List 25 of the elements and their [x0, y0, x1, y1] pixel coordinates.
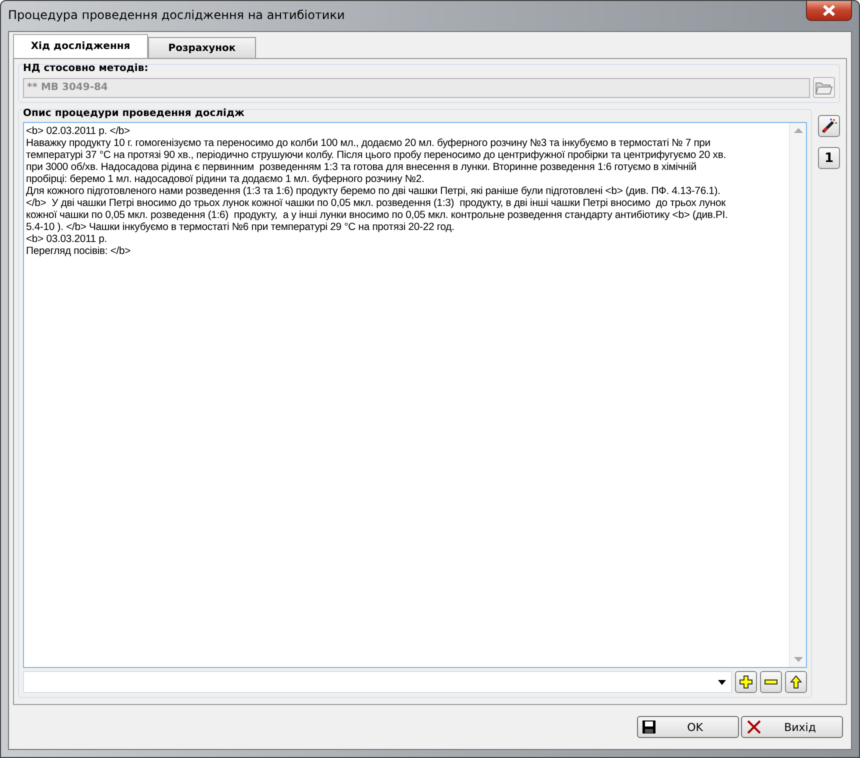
scrollbar[interactable] [789, 123, 806, 667]
window-title: Процедура проведення дослідження на антибіотики [8, 8, 345, 22]
exit-button[interactable]: Вихід [741, 716, 843, 738]
tool-button[interactable] [818, 115, 840, 137]
folder-icon [815, 80, 833, 94]
close-button[interactable] [806, 1, 852, 21]
scroll-down-icon [794, 657, 802, 662]
memo-text: <b> 02.03.2011 р. </b> Наважку продукту 10 г. гомогенізуємо та переносимо до колби 100 мл., додаємо 20 мл. буферного розчину №3 та інкубуємо в термостаті № 7 при температурі 37 °С на протязі 90 хв., періодично струшуючи колбу. Після цього пробу переносимо до центрифужної пробірки та центрифугуємо 20 хв. при 3000 об/хв. Надосадова рідина є первинним розведенням 1:3 та готова для внесення в лунки. Вторинне розведення 1:6 готуємо в хімічній пробірці: беремо 1 мл. надосадової рідини та додаємо 1 мл. буферного розчину №2. Для кожного підготовленого нами розведення (1:3 та 1:6) продукту беремо по дві чашки Петрі, які раніше були підготовлені <b> (див. ПФ. 4.13-76.1). </b> У дві чашки Петрі вносимо до трьох лунок кожної чашки по 0,05 мкл. розведення (1:3) продукту, в дві інші чашки Петрі вносимо до трьох лунок кожної чашки по 0,05 мкл. розведення (1:6) продукту, а у інші лунки вносимо по 0,05 мкл. контрольне розведення стандарту антибіотику <b> (див.РІ. 5.4-10 ). </b> Чашки інкубуємо в термостаті №6 при температурі 29 °С на протязі 20-22 год. <b> 03.03.2011 р. Перегляд посівів: </b> [25, 125, 729, 259]
group-label: Опис процедури проведення дослідж [23, 108, 246, 119]
up-arrow-icon [790, 675, 802, 689]
close-icon [822, 5, 836, 16]
ok-button[interactable]: OK [637, 716, 739, 738]
tool-button[interactable] [760, 671, 782, 693]
tool-button[interactable] [735, 671, 757, 693]
browse-button[interactable] [813, 77, 835, 98]
scroll-up-icon [794, 128, 802, 133]
tool-button[interactable]: 1 [818, 147, 840, 169]
tab[interactable]: Хід дослідження [13, 34, 148, 58]
plus-icon [739, 675, 753, 689]
dropdown-arrow-icon [718, 680, 726, 684]
cross-icon [746, 719, 762, 735]
magic-wand-icon [821, 118, 837, 134]
group-label: НД стосовно методів: [23, 63, 150, 74]
tab[interactable]: Розрахунок [148, 37, 256, 58]
tool-button[interactable] [785, 671, 807, 693]
